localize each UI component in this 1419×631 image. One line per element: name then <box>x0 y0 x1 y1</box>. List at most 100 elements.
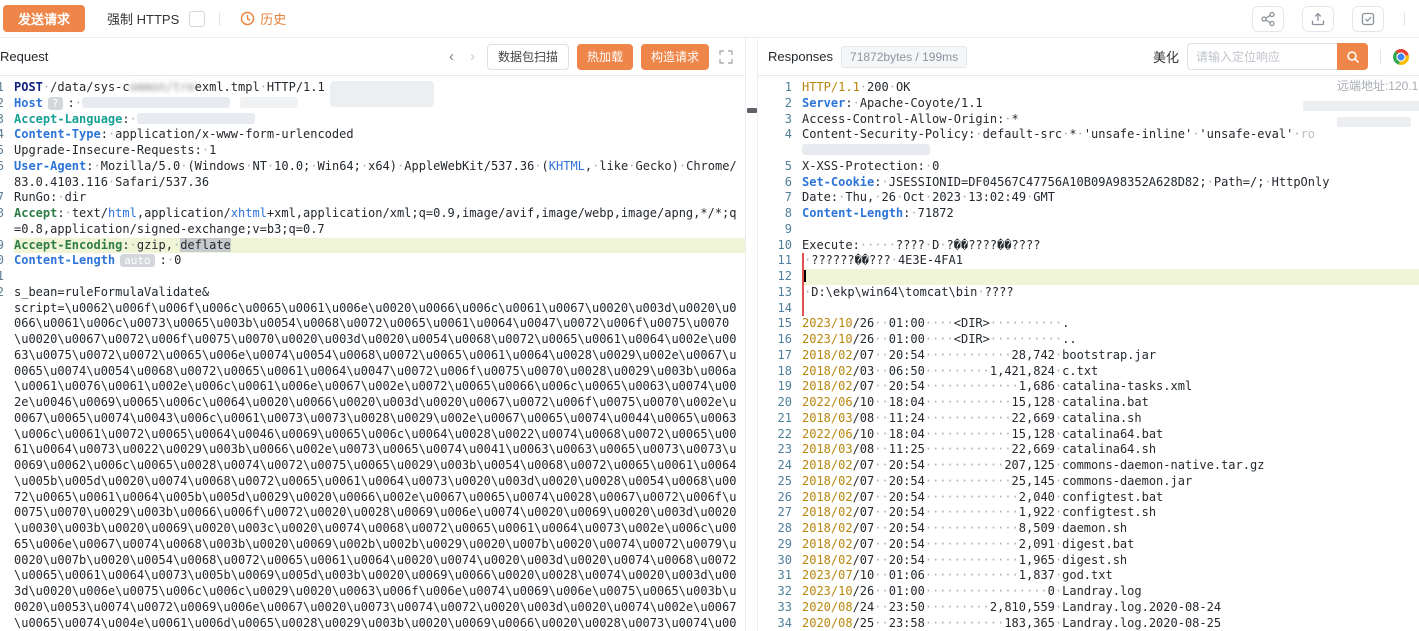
code-line[interactable]: 262018/02/07··20:54·············2,040·co… <box>758 490 1419 506</box>
code-line[interactable]: 302018/02/07··20:54·············1,965·di… <box>758 553 1419 569</box>
line-content[interactable]: RunGo:·dir <box>14 190 745 206</box>
code-line[interactable]: 272018/02/07··20:54·············1,922·co… <box>758 505 1419 521</box>
code-line[interactable]: 12 <box>758 269 1419 285</box>
line-content[interactable]: Content-Lengthauto:·0 <box>14 253 745 269</box>
code-line[interactable]: 212018/03/08··11:24············22,669·ca… <box>758 411 1419 427</box>
history-button[interactable]: 历史 <box>240 9 286 28</box>
panel-splitter[interactable] <box>745 38 757 631</box>
line-content[interactable]: Accept:·text/html,application/xhtml+xml,… <box>14 206 745 238</box>
line-content[interactable]: User-Agent:·Mozilla/5.0·(Windows·NT·10.0… <box>14 159 745 191</box>
line-content[interactable]: Content-Type:·application/x-www-form-url… <box>14 127 745 143</box>
line-content[interactable]: 2018/03/08··11:25············22,669·cata… <box>802 442 1419 458</box>
line-content[interactable]: s_bean=ruleFormulaValidate& script=\u006… <box>14 285 745 631</box>
line-content[interactable]: 2023/07/10··01:06·············1,837·god.… <box>802 568 1419 584</box>
line-content[interactable]: 2018/02/07··20:54·············2,040·conf… <box>802 490 1419 506</box>
build-request-button[interactable]: 构造请求 <box>641 44 709 70</box>
code-line[interactable]: 182018/02/03··06:50·········1,421,824·c.… <box>758 364 1419 380</box>
line-content[interactable]: Date:·Thu,·26·Oct·2023·13:02:49·GMT <box>802 190 1419 206</box>
line-content[interactable] <box>802 301 1419 317</box>
code-line[interactable]: 162023/10/26··01:00····<DIR>··········.. <box>758 332 1419 348</box>
line-content[interactable]: Execute:·····????·D·?��????��???? <box>802 238 1419 254</box>
line-content[interactable]: 2018/02/07··20:54·············2,091·dige… <box>802 537 1419 553</box>
line-content[interactable]: 2018/02/07··20:54············25,145·comm… <box>802 474 1419 490</box>
code-line[interactable]: 2Server:·Apache-Coyote/1.1 <box>758 96 1419 112</box>
line-content[interactable] <box>802 222 1419 238</box>
line-content[interactable]: 2023/10/26··01:00····<DIR>··········.. <box>802 332 1419 348</box>
code-line[interactable]: 312023/07/10··01:06·············1,837·go… <box>758 568 1419 584</box>
send-request-button[interactable]: 发送请求 <box>3 5 85 32</box>
code-line[interactable]: 322023/10/26··01:00·················0·La… <box>758 584 1419 600</box>
line-content[interactable] <box>802 269 1419 285</box>
line-content[interactable]: Set-Cookie:·JSESSIONID=DF04567C47756A10B… <box>802 175 1419 191</box>
code-line[interactable]: 13·D:\ekp\win64\tomcat\bin·???? <box>758 285 1419 301</box>
line-content[interactable]: 2018/02/03··06:50·········1,421,824·c.tx… <box>802 364 1419 380</box>
line-content[interactable]: Accept-Encoding:·gzip,·deflate <box>14 238 745 254</box>
packet-scan-button[interactable]: 数据包扫描 <box>487 44 569 70</box>
response-search-button[interactable] <box>1337 43 1368 70</box>
line-content[interactable]: ·??????��???·4E3E-4FA1 <box>802 253 1419 269</box>
line-content[interactable]: Content-Security-Policy:·default-src·*·'… <box>802 127 1419 159</box>
chrome-browser-icon[interactable] <box>1393 49 1409 65</box>
code-line[interactable]: 4Content-Security-Policy:·default-src·*·… <box>758 127 1419 159</box>
line-content[interactable]: 2018/02/07··20:54············28,742·boot… <box>802 348 1419 364</box>
line-content[interactable]: X-XSS-Protection:·0 <box>802 159 1419 175</box>
line-content[interactable]: 2020/08/24··23:50·········2,810,559·Land… <box>802 600 1419 616</box>
line-content[interactable]: Server:·Apache-Coyote/1.1 <box>802 96 1419 112</box>
code-line[interactable]: 5Upgrade-Insecure-Requests:·1 <box>0 143 745 159</box>
line-content[interactable]: HTTP/1.1·200·OK <box>802 80 1419 96</box>
code-line[interactable]: 6User-Agent:·Mozilla/5.0·(Windows·NT·10.… <box>0 159 745 191</box>
request-editor[interactable]: 1POST·/data/sys-common/treexml.tmpl·HTTP… <box>0 76 745 631</box>
code-line[interactable]: 11·??????��???·4E3E-4FA1 <box>758 253 1419 269</box>
code-line[interactable]: 7Date:·Thu,·26·Oct·2023·13:02:49·GMT <box>758 190 1419 206</box>
tasks-button[interactable] <box>1352 6 1384 32</box>
code-line[interactable]: 9 <box>758 222 1419 238</box>
line-content[interactable]: Upgrade-Insecure-Requests:·1 <box>14 143 745 159</box>
code-line[interactable]: 5X-XSS-Protection:·0 <box>758 159 1419 175</box>
line-content[interactable]: 2018/02/07··20:54···········207,125·comm… <box>802 458 1419 474</box>
line-content[interactable]: Accept-Language:· <box>14 112 745 128</box>
line-content[interactable]: 2018/02/07··20:54·············1,686·cata… <box>802 379 1419 395</box>
code-line[interactable]: 11 <box>0 269 745 285</box>
fullscreen-button[interactable] <box>719 50 733 64</box>
code-line[interactable]: 282018/02/07··20:54·············8,509·da… <box>758 521 1419 537</box>
response-search-input[interactable] <box>1187 43 1337 70</box>
line-content[interactable]: 2018/02/07··20:54·············1,965·dige… <box>802 553 1419 569</box>
code-line[interactable]: 332020/08/24··23:50·········2,810,559·La… <box>758 600 1419 616</box>
beautify-button[interactable]: 美化 <box>1153 47 1179 66</box>
line-content[interactable]: 2018/02/07··20:54·············1,922·conf… <box>802 505 1419 521</box>
code-line[interactable]: 192018/02/07··20:54·············1,686·ca… <box>758 379 1419 395</box>
code-line[interactable]: 14 <box>758 301 1419 317</box>
code-line[interactable]: 7RunGo:·dir <box>0 190 745 206</box>
code-line[interactable]: 6Set-Cookie:·JSESSIONID=DF04567C47756A10… <box>758 175 1419 191</box>
code-line[interactable]: 152023/10/26··01:00····<DIR>··········. <box>758 316 1419 332</box>
line-content[interactable]: 2018/02/07··20:54·············8,509·daem… <box>802 521 1419 537</box>
line-content[interactable]: Access-Control-Allow-Origin:·* <box>802 112 1419 128</box>
code-line[interactable]: 3Accept-Language:· <box>0 112 745 128</box>
line-content[interactable]: 2022/06/10··18:04············15,128·cata… <box>802 395 1419 411</box>
code-line[interactable]: 10Content-Lengthauto:·0 <box>0 253 745 269</box>
code-line[interactable]: 242018/02/07··20:54···········207,125·co… <box>758 458 1419 474</box>
line-content[interactable]: Content-Length:·71872 <box>802 206 1419 222</box>
line-content[interactable]: 2023/10/26··01:00····<DIR>··········. <box>802 316 1419 332</box>
line-content[interactable]: ·D:\ekp\win64\tomcat\bin·???? <box>802 285 1419 301</box>
history-prev-button[interactable]: ‹ <box>445 49 458 64</box>
code-line[interactable]: 8Content-Length:·71872 <box>758 206 1419 222</box>
line-content[interactable]: 2022/06/10··18:04············15,128·cata… <box>802 427 1419 443</box>
code-line[interactable]: 232018/03/08··11:25············22,669·ca… <box>758 442 1419 458</box>
code-line[interactable]: 3Access-Control-Allow-Origin:·* <box>758 112 1419 128</box>
code-line[interactable]: 1HTTP/1.1·200·OK <box>758 80 1419 96</box>
code-line[interactable]: 222022/06/10··18:04············15,128·ca… <box>758 427 1419 443</box>
code-line[interactable]: 4Content-Type:·application/x-www-form-ur… <box>0 127 745 143</box>
code-line[interactable]: 202022/06/10··18:04············15,128·ca… <box>758 395 1419 411</box>
code-line[interactable]: 8Accept:·text/html,application/xhtml+xml… <box>0 206 745 238</box>
hot-reload-button[interactable]: 热加载 <box>577 44 633 70</box>
line-content[interactable] <box>14 269 745 285</box>
history-next-button[interactable]: › <box>466 49 479 64</box>
export-button[interactable] <box>1302 6 1334 32</box>
code-line[interactable]: 10Execute:·····????·D·?��????��???? <box>758 238 1419 254</box>
line-content[interactable]: 2023/10/26··01:00·················0·Land… <box>802 584 1419 600</box>
code-line[interactable]: 172018/02/07··20:54············28,742·bo… <box>758 348 1419 364</box>
line-content[interactable]: 2018/03/08··11:24············22,669·cata… <box>802 411 1419 427</box>
code-line[interactable]: 292018/02/07··20:54·············2,091·di… <box>758 537 1419 553</box>
code-line[interactable]: 342020/08/25··23:58···········183,365·La… <box>758 616 1419 631</box>
